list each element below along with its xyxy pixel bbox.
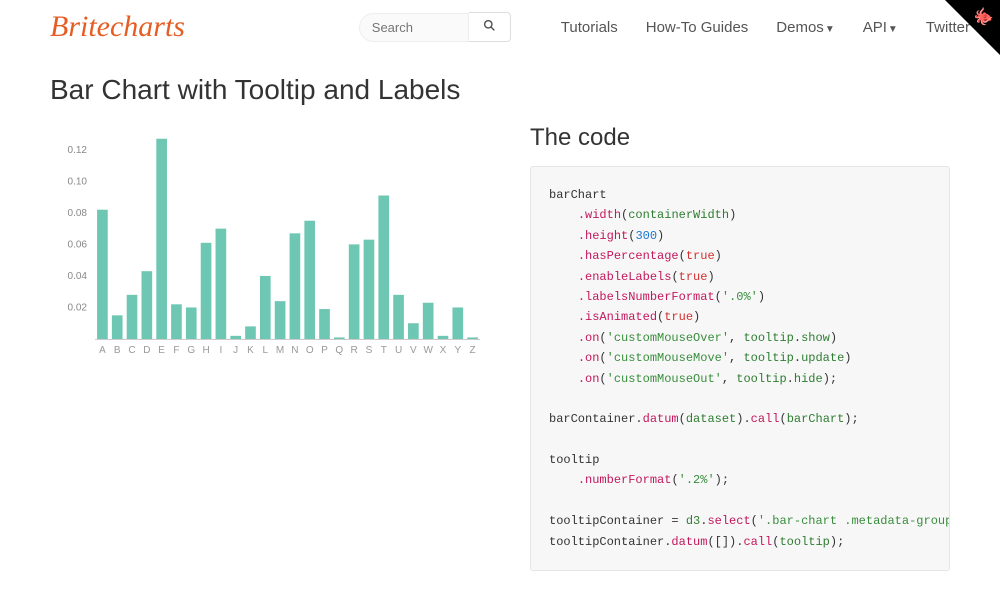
search-icon (483, 20, 496, 35)
svg-text:F: F (173, 345, 179, 356)
bar[interactable] (245, 326, 256, 339)
bar[interactable] (127, 295, 138, 339)
chevron-down-icon: ▼ (888, 24, 898, 35)
svg-text:0.12: 0.12 (68, 145, 88, 156)
bar[interactable] (201, 243, 212, 339)
chevron-down-icon: ▼ (825, 24, 835, 35)
svg-text:0.10: 0.10 (68, 176, 88, 187)
bar-chart[interactable]: 0.02 0.04 0.06 0.08 0.10 0.12 ABCDEFGHIJKLMNOP… (50, 124, 490, 364)
bar[interactable] (141, 271, 152, 339)
nav-api[interactable]: API▼ (863, 19, 898, 36)
navbar: Britecharts Tutorials How-To Guides Demo… (0, 0, 1000, 54)
svg-text:D: D (143, 345, 150, 356)
svg-text:I: I (219, 345, 222, 356)
bar[interactable] (423, 303, 434, 339)
bar[interactable] (319, 309, 330, 339)
search-button[interactable] (469, 12, 511, 42)
svg-text:U: U (395, 345, 402, 356)
search-form (359, 12, 511, 42)
bar[interactable] (304, 221, 315, 339)
bar[interactable] (378, 196, 389, 340)
bar[interactable] (230, 336, 241, 339)
svg-text:S: S (366, 345, 373, 356)
svg-text:M: M (276, 345, 284, 356)
nav-tutorials[interactable]: Tutorials (561, 19, 618, 36)
nav-demos[interactable]: Demos▼ (776, 19, 834, 36)
bar[interactable] (290, 233, 301, 339)
svg-text:L: L (263, 345, 269, 356)
svg-text:0.04: 0.04 (68, 271, 88, 282)
bar[interactable] (216, 229, 227, 339)
svg-text:X: X (440, 345, 447, 356)
nav-howto[interactable]: How-To Guides (646, 19, 749, 36)
svg-text:0.06: 0.06 (68, 239, 88, 250)
svg-text:Q: Q (335, 345, 343, 356)
svg-text:B: B (114, 345, 121, 356)
svg-text:T: T (381, 345, 387, 356)
code-title: The code (530, 124, 950, 152)
code-block: barChart .width(containerWidth) .height(… (530, 166, 950, 571)
bar[interactable] (364, 240, 375, 339)
bar[interactable] (186, 307, 197, 339)
bar[interactable] (438, 336, 449, 339)
svg-text:P: P (321, 345, 328, 356)
chart-column: 0.02 0.04 0.06 0.08 0.10 0.12 ABCDEFGHIJKLMNOP… (50, 124, 490, 571)
bar[interactable] (171, 304, 182, 339)
nav-links: Tutorials How-To Guides Demos▼ API▼ Twit… (561, 19, 970, 36)
svg-text:E: E (158, 345, 165, 356)
bar[interactable] (334, 337, 345, 339)
github-corner[interactable] (945, 0, 1000, 55)
brand-logo[interactable]: Britecharts (50, 10, 185, 44)
bar[interactable] (156, 139, 167, 339)
svg-text:0.02: 0.02 (68, 302, 88, 313)
bar[interactable] (467, 337, 478, 339)
bar[interactable] (393, 295, 404, 339)
svg-text:G: G (187, 345, 195, 356)
bar[interactable] (112, 315, 123, 339)
code-column: The code barChart .width(containerWidth)… (530, 124, 950, 571)
svg-text:J: J (233, 345, 238, 356)
bar[interactable] (452, 307, 463, 339)
svg-text:Y: Y (454, 345, 461, 356)
bar[interactable] (408, 323, 419, 339)
svg-text:V: V (410, 345, 417, 356)
svg-text:C: C (128, 345, 135, 356)
search-input[interactable] (359, 13, 469, 42)
svg-text:K: K (247, 345, 254, 356)
svg-text:O: O (306, 345, 314, 356)
svg-text:0.08: 0.08 (68, 208, 88, 219)
bar[interactable] (260, 276, 271, 339)
svg-text:Z: Z (470, 345, 476, 356)
svg-text:R: R (351, 345, 358, 356)
svg-text:H: H (202, 345, 209, 356)
bar[interactable] (97, 210, 108, 339)
svg-text:N: N (291, 345, 298, 356)
svg-text:A: A (99, 345, 106, 356)
bar[interactable] (275, 301, 286, 339)
main-content: Bar Chart with Tooltip and Labels 0.020.… (0, 54, 1000, 591)
bar[interactable] (349, 244, 360, 339)
page-title: Bar Chart with Tooltip and Labels (50, 74, 950, 106)
svg-text:W: W (423, 345, 433, 356)
